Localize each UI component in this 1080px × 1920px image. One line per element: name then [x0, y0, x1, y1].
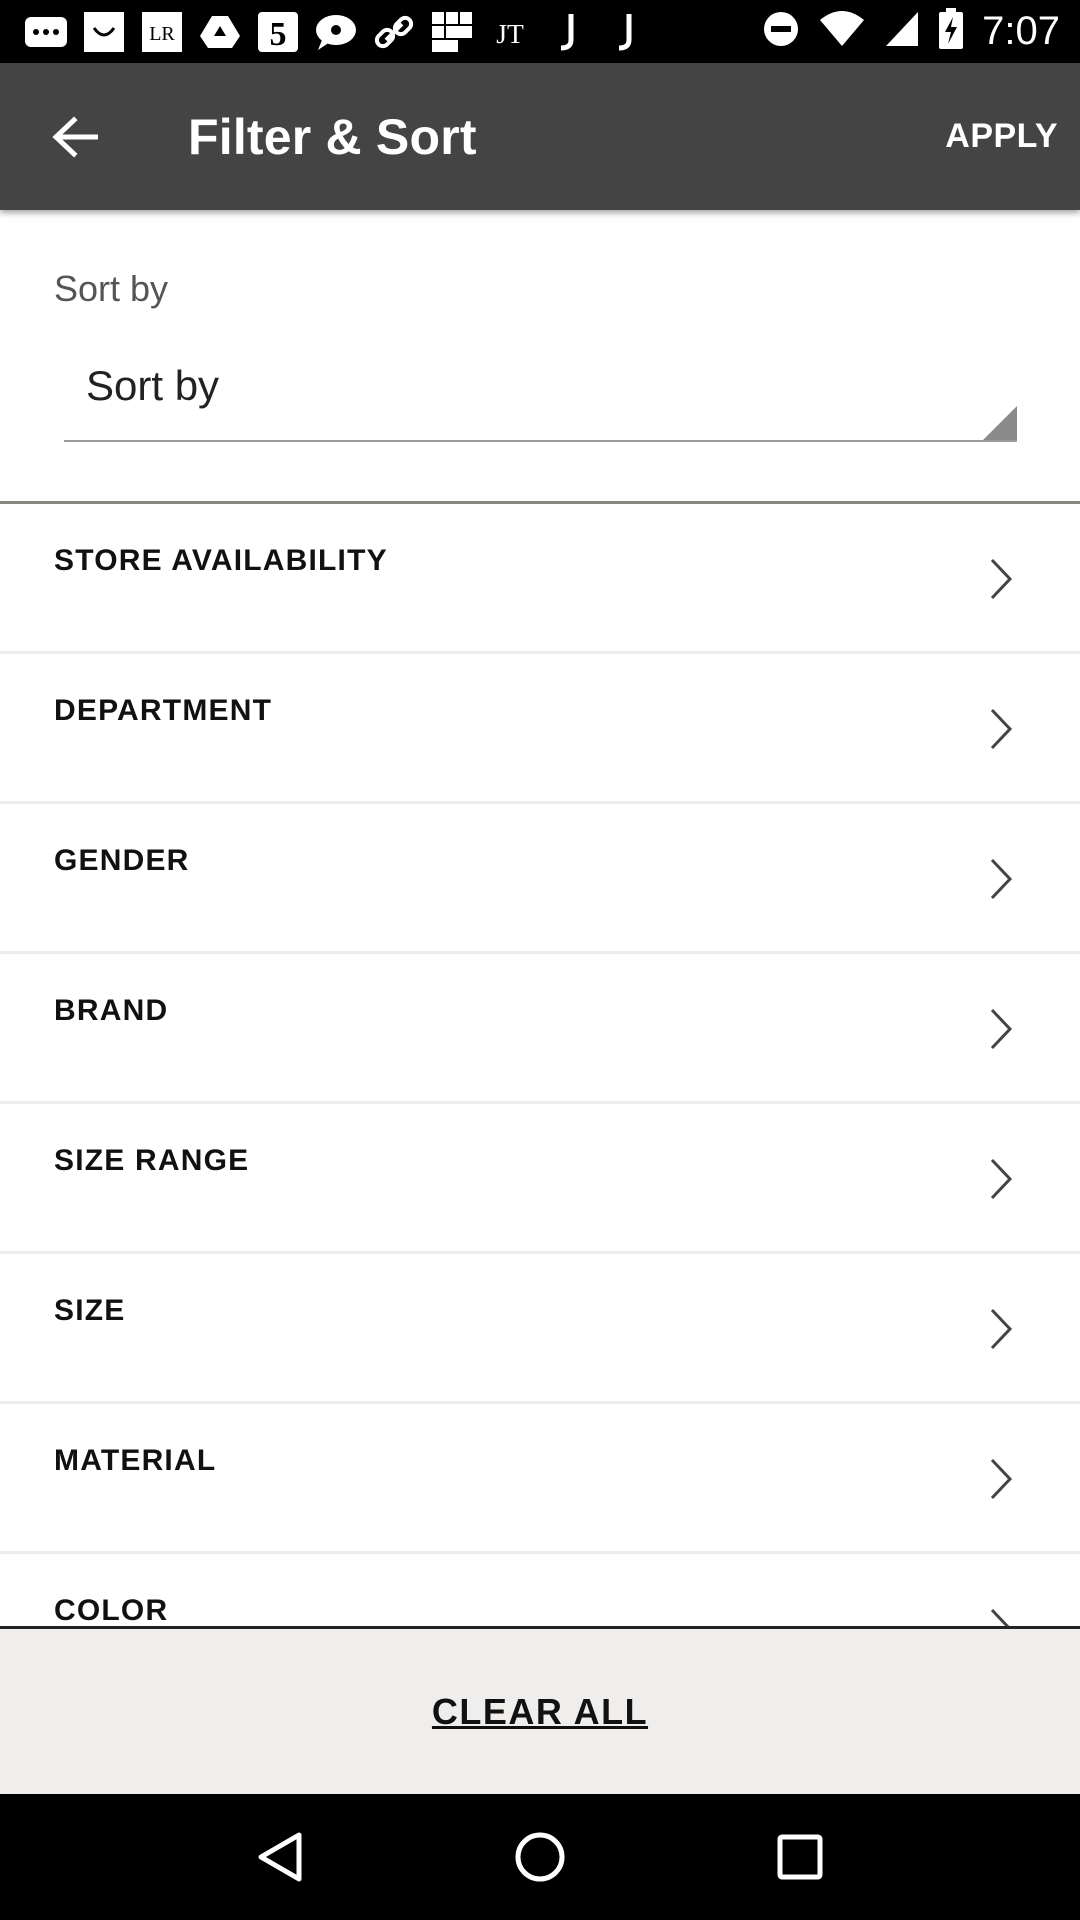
filter-row-material[interactable]: MATERIAL	[0, 1404, 1080, 1554]
page-title: Filter & Sort	[188, 108, 477, 165]
filter-row-size[interactable]: SIZE	[0, 1254, 1080, 1404]
filter-row-brand[interactable]: BRAND	[0, 954, 1080, 1104]
chevron-right-icon	[990, 858, 1013, 900]
signal-icon	[884, 10, 920, 53]
grid-icon	[430, 10, 474, 54]
filter-row-color[interactable]: COLOR	[0, 1554, 1080, 1626]
filter-row-size-range[interactable]: SIZE RANGE	[0, 1104, 1080, 1254]
filter-row-gender[interactable]: GENDER	[0, 804, 1080, 954]
bottom-action-bar: CLEAR ALL	[0, 1626, 1080, 1794]
system-icons: 7:07	[762, 8, 1080, 55]
filter-label: STORE AVAILABILITY	[54, 544, 388, 577]
filter-label: SIZE RANGE	[54, 1144, 250, 1177]
nav-home-button[interactable]	[500, 1817, 580, 1897]
jt-icon: JT	[488, 10, 532, 54]
clear-all-button[interactable]: CLEAR ALL	[432, 1691, 648, 1733]
filter-label: DEPARTMENT	[54, 694, 273, 727]
battery-charging-icon	[938, 8, 964, 55]
arrow-back-icon	[52, 115, 98, 158]
clock: 7:07	[982, 9, 1060, 53]
nav-home-icon	[515, 1832, 565, 1882]
filter-row-store-availability[interactable]: STORE AVAILABILITY	[0, 504, 1080, 654]
back-button[interactable]	[0, 63, 150, 210]
svg-text:JT: JT	[496, 18, 524, 49]
filter-label: SIZE	[54, 1294, 126, 1327]
dropdown-caret-icon	[983, 406, 1017, 440]
kohls-icon	[82, 10, 126, 54]
filter-row-department[interactable]: DEPARTMENT	[0, 654, 1080, 804]
filter-label: GENDER	[54, 844, 190, 877]
drive-icon	[198, 10, 242, 54]
app-bar: Filter & Sort APPLY	[0, 63, 1080, 210]
wifi-icon	[818, 10, 866, 53]
filter-label: MATERIAL	[54, 1444, 217, 1477]
chevron-right-icon	[990, 1608, 1010, 1626]
nav-recents-button[interactable]	[760, 1817, 840, 1897]
system-nav-bar	[0, 1794, 1080, 1920]
chevron-right-icon	[990, 1158, 1013, 1200]
link-icon	[372, 10, 416, 54]
messages-icon	[24, 10, 68, 54]
nav-back-icon	[258, 1832, 302, 1882]
chevron-right-icon	[990, 558, 1013, 600]
j-icon	[604, 10, 648, 54]
sort-dropdown-value: Sort by	[86, 362, 220, 409]
nav-back-button[interactable]	[240, 1817, 320, 1897]
j-icon	[546, 10, 590, 54]
filter-label: COLOR	[54, 1594, 169, 1626]
sort-section: Sort by Sort by	[0, 210, 1080, 504]
notification-icons: LR 5 JT	[0, 10, 648, 54]
lr-icon: LR	[140, 10, 184, 54]
chevron-right-icon	[990, 1308, 1013, 1350]
filter-list: STORE AVAILABILITY DEPARTMENT GENDER BRA…	[0, 504, 1080, 1626]
do-not-disturb-icon	[762, 10, 800, 53]
chevron-right-icon	[990, 708, 1013, 750]
svg-text:5: 5	[270, 16, 287, 53]
nav-recents-icon	[777, 1834, 823, 1880]
five-icon: 5	[256, 10, 300, 54]
filter-label: BRAND	[54, 994, 169, 1027]
chevron-right-icon	[990, 1008, 1013, 1050]
status-bar: LR 5 JT 7:07	[0, 0, 1080, 63]
chat-icon	[314, 10, 358, 54]
sort-label: Sort by	[54, 268, 169, 309]
apply-button[interactable]: APPLY	[945, 117, 1058, 156]
sort-dropdown[interactable]: Sort by	[64, 330, 1017, 442]
svg-text:LR: LR	[149, 23, 175, 45]
chevron-right-icon	[990, 1458, 1013, 1500]
